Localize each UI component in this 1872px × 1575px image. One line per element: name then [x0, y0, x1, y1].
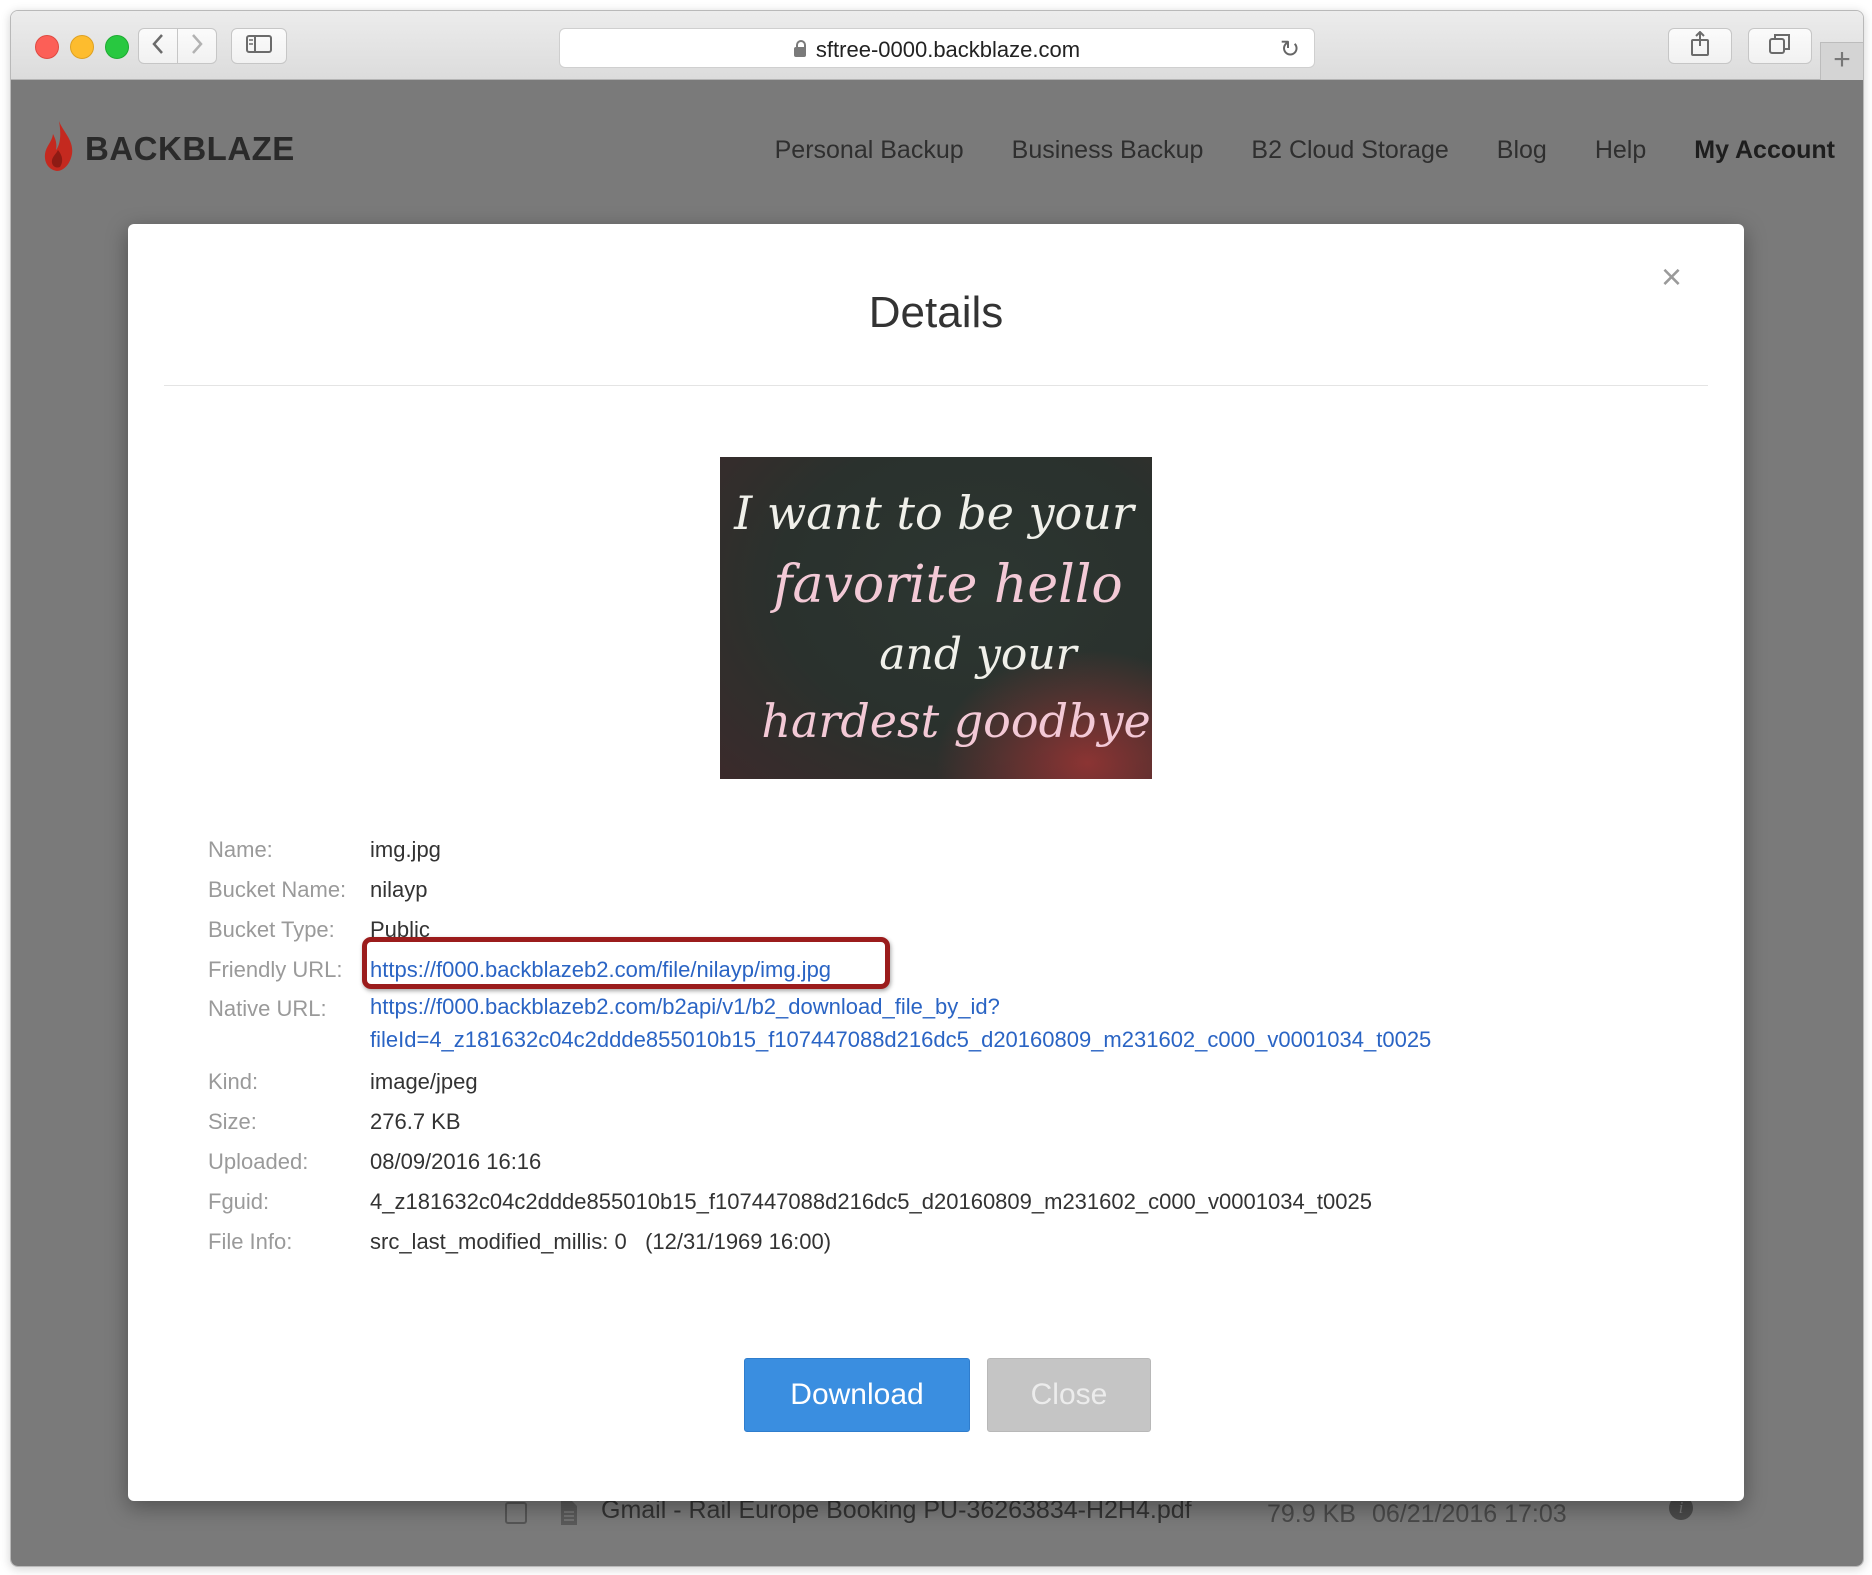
image-line-1: I want to be your	[733, 486, 1137, 540]
native-url-line-1: https://f000.backblazeb2.com/b2api/v1/b2…	[370, 994, 1000, 1019]
details-list: Name: img.jpg Bucket Name: nilayp Bucket…	[208, 830, 1431, 1262]
divider	[164, 385, 1708, 386]
uploaded-value: 08/09/2016 16:16	[370, 1149, 542, 1174]
file-info-label: File Info:	[208, 1229, 293, 1254]
main-nav: Personal Backup Business Backup B2 Cloud…	[775, 136, 1835, 165]
detail-row-bucket-name: Bucket Name: nilayp	[208, 870, 1431, 910]
close-button[interactable]: Close	[987, 1358, 1151, 1432]
detail-row-file-info: File Info: src_last_modified_millis: 0 (…	[208, 1222, 1431, 1262]
nav-b2-cloud-storage[interactable]: B2 Cloud Storage	[1251, 136, 1448, 165]
lock-icon	[793, 40, 806, 57]
minimize-window-button[interactable]	[70, 35, 94, 59]
row-checkbox[interactable]	[505, 1502, 527, 1524]
friendly-url-label: Friendly URL:	[208, 957, 343, 982]
native-url-link[interactable]: https://f000.backblazeb2.com/b2api/v1/b2…	[370, 990, 1431, 1056]
friendly-url-highlight	[362, 937, 890, 989]
modal-title: Details	[868, 288, 1004, 337]
nav-personal-backup[interactable]: Personal Backup	[775, 136, 964, 165]
chevron-right-icon	[190, 33, 204, 60]
details-modal: × Details I want to be your favorite hel…	[128, 224, 1744, 1501]
new-tab-button[interactable]: +	[1820, 42, 1863, 80]
sidebar-toggle-button[interactable]	[231, 28, 287, 64]
native-url-line-2: fileId=4_z181632c04c2ddde855010b15_f1074…	[370, 1027, 1432, 1052]
size-value: 276.7 KB	[370, 1109, 461, 1134]
reload-icon[interactable]: ↻	[1280, 35, 1300, 64]
detail-row-fguid: Fguid: 4_z181632c04c2ddde855010b15_f1074…	[208, 1182, 1431, 1222]
image-line-3: and your	[879, 629, 1079, 680]
logo-text: BACKBLAZE	[85, 129, 295, 167]
plus-icon: +	[1833, 43, 1851, 76]
kind-value: image/jpeg	[370, 1069, 478, 1094]
chevron-left-icon	[151, 33, 165, 60]
bucket-type-label: Bucket Type:	[208, 917, 335, 942]
file-list-row: Gmail - Rail Europe Booking PU-36263834-…	[11, 1496, 1863, 1540]
name-value: img.jpg	[370, 837, 441, 862]
zoom-window-button[interactable]	[105, 35, 129, 59]
nav-my-account[interactable]: My Account	[1694, 136, 1835, 165]
tabs-icon	[1769, 33, 1791, 60]
browser-window: sftree-0000.backblaze.com ↻ + BACKBLAZE …	[10, 10, 1864, 1567]
bucket-name-label: Bucket Name:	[208, 877, 347, 902]
fguid-value: 4_z181632c04c2ddde855010b15_f107447088d2…	[370, 1189, 1372, 1214]
share-icon	[1690, 30, 1710, 62]
detail-row-name: Name: img.jpg	[208, 830, 1431, 870]
kind-label: Kind:	[208, 1069, 259, 1094]
uploaded-label: Uploaded:	[208, 1149, 309, 1174]
detail-row-native-url: Native URL: https://f000.backblazeb2.com…	[208, 990, 1431, 1062]
file-preview-image: I want to be your favorite hello and you…	[720, 457, 1152, 779]
document-icon	[559, 1500, 579, 1533]
fguid-label: Fguid:	[208, 1189, 270, 1214]
nav-business-backup[interactable]: Business Backup	[1012, 136, 1204, 165]
nav-help[interactable]: Help	[1595, 136, 1646, 165]
detail-row-uploaded: Uploaded: 08/09/2016 16:16	[208, 1142, 1431, 1182]
sidebar-icon	[246, 34, 272, 58]
back-button[interactable]	[138, 28, 178, 64]
title-bar: sftree-0000.backblaze.com ↻ +	[11, 11, 1863, 80]
name-label: Name:	[208, 837, 273, 862]
site-header: BACKBLAZE Personal Backup Business Backu…	[11, 80, 1863, 214]
download-button[interactable]: Download	[744, 1358, 970, 1432]
forward-button[interactable]	[177, 28, 217, 64]
image-line-4: hardest goodbye	[761, 694, 1150, 748]
native-url-label: Native URL:	[208, 996, 327, 1021]
address-bar[interactable]: sftree-0000.backblaze.com ↻	[559, 28, 1315, 68]
flame-icon	[43, 120, 75, 177]
tabs-overview-button[interactable]	[1748, 28, 1812, 64]
share-button[interactable]	[1668, 28, 1732, 64]
file-date: 06/21/2016 17:03	[1372, 1500, 1567, 1528]
nav-blog[interactable]: Blog	[1497, 136, 1547, 165]
detail-row-size: Size: 276.7 KB	[208, 1102, 1431, 1142]
close-window-button[interactable]	[35, 35, 59, 59]
size-label: Size:	[208, 1109, 257, 1134]
file-size: 79.9 KB	[1267, 1500, 1356, 1528]
detail-row-kind: Kind: image/jpeg	[208, 1062, 1431, 1102]
file-info-value: src_last_modified_millis: 0 (12/31/1969 …	[370, 1229, 832, 1254]
backblaze-logo[interactable]: BACKBLAZE	[43, 120, 295, 177]
image-line-2: favorite hello	[769, 555, 1122, 615]
bucket-name-value: nilayp	[370, 877, 428, 902]
url-text: sftree-0000.backblaze.com	[815, 37, 1081, 62]
